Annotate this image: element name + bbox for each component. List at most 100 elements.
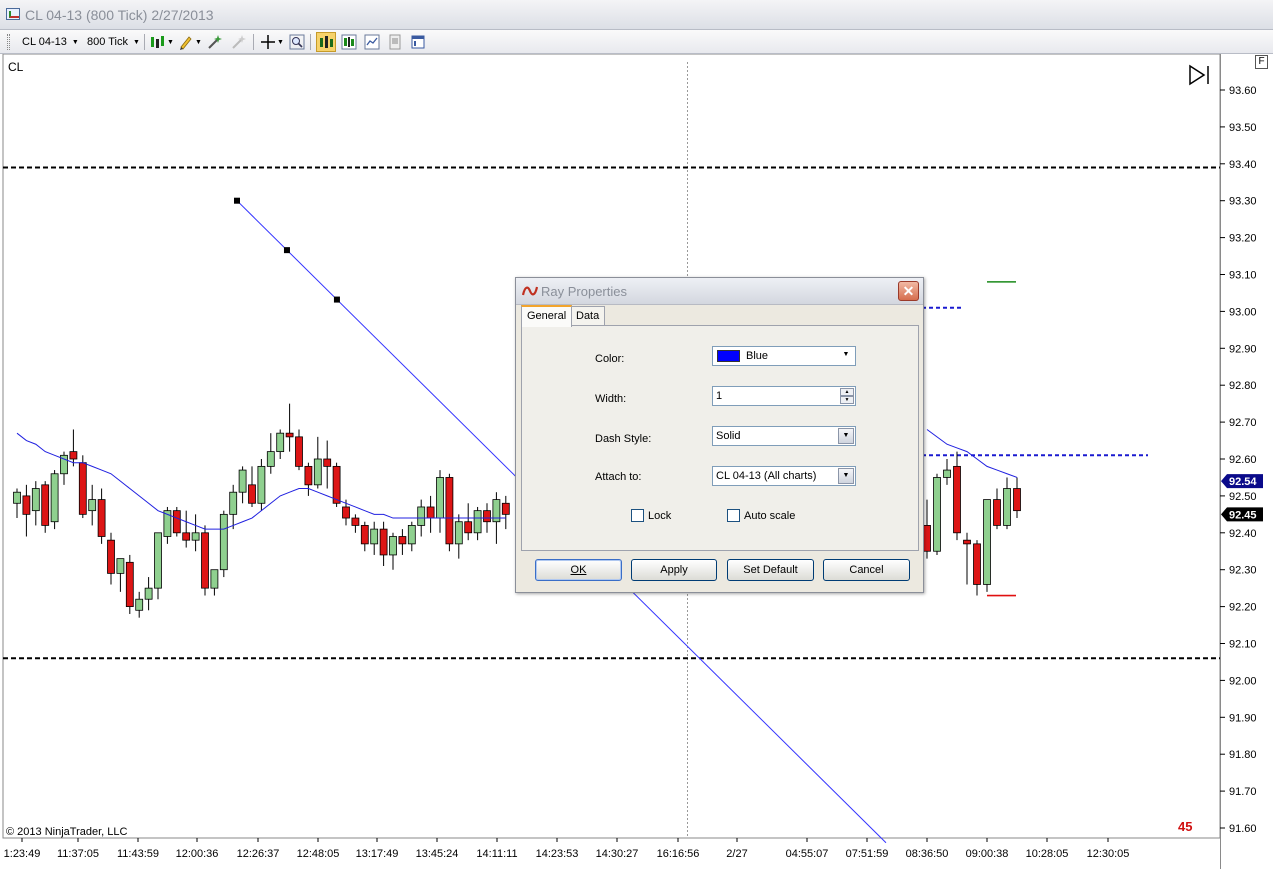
- candle-body: [323, 458, 332, 467]
- y-tick-label: 92.30: [1229, 565, 1257, 577]
- tab-data[interactable]: Data: [570, 306, 606, 326]
- chart-window: CL 04-13 (800 Tick) 2/27/2013 CL 04-13 ▼ …: [0, 0, 1273, 869]
- chevron-down-icon: ▼: [838, 428, 854, 444]
- candlestick-icon: [151, 36, 164, 48]
- x-tick-label: 09:00:38: [966, 848, 1009, 860]
- window-icon: [411, 35, 425, 49]
- auto-scale-checkbox[interactable]: Auto scale: [727, 509, 795, 522]
- price-flag-label: 92.45: [1229, 509, 1257, 521]
- candle-body: [210, 569, 219, 589]
- f-toggle-button[interactable]: F: [1255, 55, 1268, 69]
- candle-body: [473, 510, 482, 534]
- x-tick-label: 2/27: [726, 848, 747, 860]
- candle-body: [238, 469, 247, 493]
- instrument-dropdown[interactable]: CL 04-13 ▼: [22, 34, 79, 50]
- arrow-down-icon[interactable]: ▼: [840, 396, 854, 404]
- color-value: Blue: [746, 350, 769, 362]
- x-tick-label: 08:36:50: [906, 848, 949, 860]
- y-tick-label: 93.60: [1229, 85, 1257, 97]
- candle-body: [41, 484, 50, 526]
- properties-button[interactable]: [385, 32, 405, 52]
- candle-body: [379, 528, 388, 556]
- candle-body: [370, 528, 379, 545]
- drawing-tool-button[interactable]: [176, 32, 196, 52]
- candle-body: [31, 488, 40, 512]
- candle-body: [248, 484, 256, 504]
- line-chart-icon: [364, 34, 380, 50]
- candle-body: [107, 539, 115, 574]
- candle-body: [172, 510, 181, 534]
- wand-disabled-icon: [232, 35, 246, 49]
- candle-right-body: [1003, 488, 1011, 526]
- dialog-title-bar[interactable]: Ray Properties ✕: [516, 278, 923, 305]
- cancel-button[interactable]: Cancel: [823, 559, 910, 581]
- y-tick-label: 91.60: [1229, 823, 1257, 835]
- chart-symbol-label: CL: [8, 60, 24, 74]
- candle-body: [182, 532, 191, 541]
- candle-body: [454, 521, 463, 545]
- dash-style-value: Solid: [716, 430, 741, 442]
- interval-dropdown[interactable]: 800 Tick ▼: [87, 34, 140, 50]
- candle-body: [276, 432, 285, 453]
- apply-label: Apply: [660, 564, 688, 576]
- y-tick-label: 93.30: [1229, 196, 1257, 208]
- candle-body: [135, 598, 144, 611]
- candle-body: [332, 465, 341, 504]
- toolbar-grip[interactable]: [7, 34, 10, 50]
- chevron-down-icon: ▼: [838, 468, 854, 484]
- dash-style-select[interactable]: Solid ▼: [712, 426, 856, 446]
- candle-body: [257, 465, 266, 504]
- width-spinner[interactable]: 1 ▲ ▼: [712, 386, 856, 406]
- attach-to-select[interactable]: CL 04-13 (All charts) ▼: [712, 466, 856, 486]
- candle-body: [426, 506, 435, 519]
- y-tick-label: 92.60: [1229, 454, 1257, 466]
- chart-style-button[interactable]: [148, 32, 168, 52]
- checkbox-box[interactable]: [727, 509, 740, 522]
- bars-icon: [341, 34, 357, 50]
- close-button[interactable]: ✕: [898, 281, 919, 301]
- candle-right-body: [933, 477, 941, 552]
- zoom-button[interactable]: [287, 32, 307, 52]
- x-tick-label: 1:23:49: [4, 848, 41, 860]
- x-tick-label: 14:23:53: [536, 848, 579, 860]
- data-box-button[interactable]: [316, 32, 336, 52]
- x-tick-label: 12:00:36: [176, 848, 219, 860]
- add-indicator-button[interactable]: [205, 32, 225, 52]
- ok-label: OK: [570, 564, 587, 576]
- window-layout-button[interactable]: [408, 32, 428, 52]
- toolbar-separator: [310, 34, 311, 50]
- strategy-button[interactable]: [229, 32, 249, 52]
- chevron-down-icon[interactable]: ▼: [167, 39, 174, 46]
- candle-body: [219, 513, 228, 571]
- checkbox-box[interactable]: [631, 509, 644, 522]
- lock-checkbox[interactable]: Lock: [631, 509, 671, 522]
- spinner-arrows[interactable]: ▲ ▼: [840, 388, 854, 404]
- candle-right-body: [1013, 488, 1021, 512]
- candle-body: [304, 465, 313, 486]
- arrow-up-icon[interactable]: ▲: [840, 388, 854, 396]
- pencil-icon: [180, 36, 192, 50]
- candle-right-body: [973, 543, 981, 585]
- set-default-button[interactable]: Set Default: [727, 559, 814, 581]
- title-bar: CL 04-13 (800 Tick) 2/27/2013: [0, 0, 1273, 30]
- bar-data-button[interactable]: [339, 32, 359, 52]
- scroll-to-end-icon[interactable]: [1188, 64, 1212, 86]
- interval-value: 800 Tick: [87, 36, 128, 48]
- chevron-down-icon[interactable]: ▼: [195, 39, 202, 46]
- tab-general[interactable]: General: [521, 305, 573, 327]
- apply-button[interactable]: Apply: [631, 559, 717, 581]
- candle-right-body: [943, 469, 951, 478]
- line-chart-button[interactable]: [362, 32, 382, 52]
- y-tick-label: 92.70: [1229, 417, 1257, 429]
- color-select[interactable]: Blue ▼: [712, 346, 856, 366]
- ok-button[interactable]: OK: [535, 559, 622, 581]
- chevron-down-icon[interactable]: ▼: [277, 39, 284, 46]
- chart-app-icon: [6, 8, 20, 20]
- set-default-label: Set Default: [743, 564, 798, 576]
- instrument-value: CL 04-13: [22, 36, 67, 48]
- candle-body: [13, 491, 21, 504]
- y-tick-label: 91.80: [1229, 749, 1257, 761]
- crosshair-button[interactable]: [258, 32, 278, 52]
- candle-right-body: [953, 465, 961, 534]
- price-flag-label: 92.54: [1229, 476, 1257, 488]
